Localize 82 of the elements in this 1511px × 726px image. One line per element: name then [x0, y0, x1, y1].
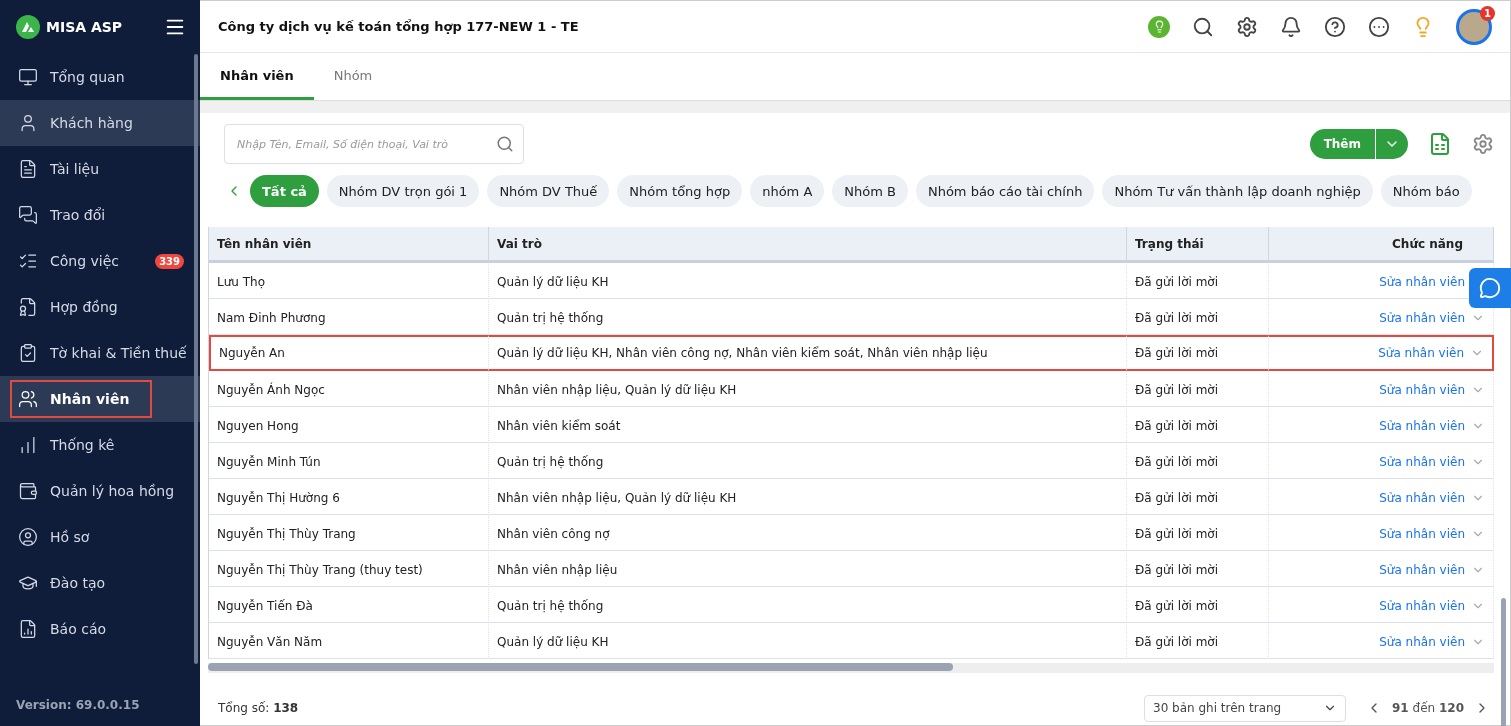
table-cell: Quản trị hệ thống: [489, 299, 1127, 335]
table-cell: Quản lý dữ liệu KH: [489, 263, 1127, 299]
sidebar-item[interactable]: Đào tạo: [0, 560, 200, 606]
edit-link[interactable]: Sửa nhân viên: [1379, 634, 1465, 649]
edit-link[interactable]: Sửa nhân viên: [1379, 418, 1465, 433]
filter-chip[interactable]: Nhóm tổng hợp: [617, 175, 743, 207]
sidebar-item[interactable]: Trao đổi: [0, 192, 200, 238]
filter-chip[interactable]: Nhóm B: [832, 175, 908, 207]
table-cell: Nhân viên nhập liệu: [489, 551, 1127, 587]
brand-name: MISA ASP: [46, 19, 124, 35]
table-cell: Đã gửi lời mời: [1127, 335, 1269, 371]
table-cell: Đã gửi lời mời: [1127, 407, 1269, 443]
filter-chip[interactable]: Nhóm DV trọn gói 1: [326, 175, 480, 207]
edit-link[interactable]: Sửa nhân viên: [1379, 382, 1465, 397]
filter-chip[interactable]: Nhóm báo: [1380, 175, 1472, 207]
highlight-frame: Nhân viên: [10, 380, 152, 418]
sidebar-item[interactable]: Khách hàng: [0, 100, 200, 146]
sidebar-item[interactable]: Tờ khai & Tiền thuế: [0, 330, 200, 376]
table-cell: Đã gửi lời mời: [1127, 299, 1269, 335]
edit-link[interactable]: Sửa nhân viên: [1379, 310, 1465, 325]
tab[interactable]: Nhóm: [313, 53, 393, 100]
sidebar-item[interactable]: Quản lý hoa hồng: [0, 468, 200, 514]
sidebar-item[interactable]: Công việc 339: [0, 238, 200, 284]
table-cell: Nhân viên nhập liệu, Quản lý dữ liệu KH: [489, 371, 1127, 407]
table-cell: Quản trị hệ thống: [489, 443, 1127, 479]
table-cell: Đã gửi lời mời: [1127, 371, 1269, 407]
edit-link[interactable]: Sửa nhân viên: [1379, 454, 1465, 469]
filter-chip[interactable]: Nhóm DV Thuế: [487, 175, 610, 207]
table-cell: Đã gửi lời mời: [1127, 515, 1269, 551]
edit-link[interactable]: Sửa nhân viên: [1379, 598, 1465, 613]
table-cell: Nhân viên kiểm soát: [489, 407, 1127, 443]
search-field[interactable]: Nhập Tên, Email, Số điện thoại, Vai trò: [224, 124, 524, 164]
filter-chip[interactable]: Nhóm báo cáo tài chính: [915, 175, 1095, 207]
table-cell: Nhân viên nhập liệu, Quản lý dữ liệu KH: [489, 479, 1127, 515]
table-cell: Đã gửi lời mời: [1127, 263, 1269, 299]
table-cell: Quản lý dữ liệu KH, Nhân viên công nợ, Nhân viên kiểm soát, Nhân viên nhập liệu: [489, 335, 1127, 371]
page-size-dropdown[interactable]: 30 bản ghi trên trang: [1144, 694, 1346, 722]
table-cell: Nguyễn Văn Năm: [209, 623, 489, 659]
table-cell: Đã gửi lời mời: [1127, 551, 1269, 587]
table-cell: Nhân viên công nợ: [489, 515, 1127, 551]
edit-link[interactable]: Sửa nhân viên: [1379, 562, 1465, 577]
table-cell: Nguyễn Tiến Đà: [209, 587, 489, 623]
sidebar-item[interactable]: Nhân viên: [0, 376, 200, 422]
column-header: Chức năng: [1269, 227, 1494, 263]
sidebar-item[interactable]: Tài liệu: [0, 146, 200, 192]
avatar[interactable]: 1: [1456, 8, 1492, 45]
table-cell: Lưu Thọ: [209, 263, 489, 299]
version-label: Version: 69.0.0.15: [15, 697, 141, 714]
edit-link[interactable]: Sửa nhân viên: [1378, 346, 1464, 360]
table-cell: Quản lý dữ liệu KH: [489, 623, 1127, 659]
table-cell: Quản trị hệ thống: [489, 587, 1127, 623]
count-badge: 339: [155, 253, 184, 269]
sidebar-item[interactable]: Hồ sơ: [0, 514, 200, 560]
table-cell: Nguyễn Ánh Ngọc: [209, 371, 489, 407]
table-cell: Đã gửi lời mời: [1127, 623, 1269, 659]
company-title: Công ty dịch vụ kế toán tổng hợp 177-NEW 1 - TE: [218, 19, 580, 34]
sidebar-item[interactable]: Thống kê: [0, 422, 200, 468]
table-cell: Nguyễn Thị Thùy Trang: [209, 515, 489, 551]
filter-chip[interactable]: nhóm A: [750, 175, 825, 207]
column-header: Vai trò: [489, 227, 1127, 263]
notification-badge: 1: [1480, 5, 1495, 21]
table-cell: Nguyễn Thị Hường 6: [209, 479, 489, 515]
edit-link[interactable]: Sửa nhân viên: [1379, 526, 1465, 541]
table-cell: Nguyễn Thị Thùy Trang (thuy test): [209, 551, 489, 587]
filter-chip[interactable]: Nhóm Tư vấn thành lập doanh nghiệp: [1102, 175, 1373, 207]
sidebar-item[interactable]: Tổng quan: [0, 54, 200, 100]
total-count: Tổng số: 138: [218, 701, 300, 715]
edit-link[interactable]: Sửa nhân viên: [1379, 490, 1465, 505]
edit-link[interactable]: Sửa nhân viên: [1379, 274, 1465, 289]
table-cell: Nguyễn An: [209, 335, 489, 371]
table-cell: Đã gửi lời mời: [1127, 443, 1269, 479]
table-cell: Nguyễn Minh Tún: [209, 443, 489, 479]
sidebar-item[interactable]: Báo cáo: [0, 606, 200, 652]
sidebar-item[interactable]: Hợp đồng: [0, 284, 200, 330]
column-header: Tên nhân viên: [209, 227, 489, 263]
table-cell: Đã gửi lời mời: [1127, 587, 1269, 623]
table-cell: Đã gửi lời mời: [1127, 479, 1269, 515]
table-cell: Nguyen Hong: [209, 407, 489, 443]
tab[interactable]: Nhân viên: [200, 53, 314, 100]
table-cell: Nam Đinh Phương: [209, 299, 489, 335]
column-header: Trạng thái: [1127, 227, 1269, 263]
page-range: 91 đến 120: [1392, 701, 1464, 715]
